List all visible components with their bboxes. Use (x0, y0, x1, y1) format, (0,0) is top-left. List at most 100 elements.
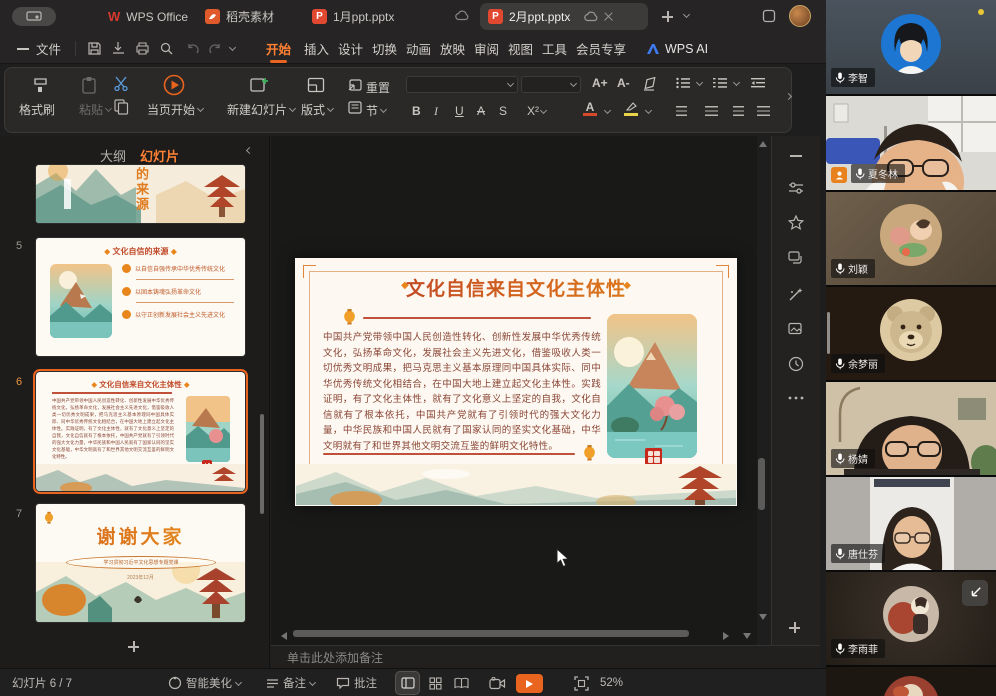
scroll-right-arrow[interactable] (723, 632, 729, 640)
tab-ppt-2-active[interactable]: P 2月ppt.pptx (480, 3, 648, 30)
superscript-button[interactable]: X² (527, 104, 546, 118)
editor-horizontal-scrollbar[interactable] (293, 630, 689, 637)
layout-icon[interactable] (307, 77, 325, 93)
participant-tile[interactable]: 李智 (826, 0, 996, 94)
undo-icon[interactable] (186, 42, 200, 55)
notes-placeholder[interactable]: 单击此处添加备注 (287, 649, 383, 666)
paste-button[interactable]: 粘贴 (79, 101, 111, 118)
participant-tile[interactable]: 唐仕芬 (826, 477, 996, 570)
slide-thumbnail-6-selected[interactable]: ◆ 文化自信来自文化主体性 ◆ 中国共产党带领中国人民创造性转化、创新性发展中华… (36, 372, 245, 491)
italic-button[interactable]: I (434, 104, 438, 119)
new-slide-icon[interactable] (249, 75, 270, 95)
play-from-current-icon[interactable] (163, 74, 185, 96)
window-restore-icon[interactable] (762, 9, 776, 23)
history-clock-icon[interactable] (786, 354, 806, 374)
image-tools-icon[interactable] (786, 319, 806, 339)
menu-membership[interactable]: 会员专享 (576, 33, 626, 64)
next-slide-arrow[interactable] (743, 633, 751, 639)
slide-image[interactable] (607, 314, 697, 458)
sidebar-scrollbar[interactable] (827, 312, 830, 354)
new-slide-button[interactable]: 新建幻灯片 (227, 101, 295, 118)
menu-review[interactable]: 审阅 (474, 33, 499, 64)
paste-icon[interactable] (80, 76, 98, 95)
layout-button[interactable]: 版式 (301, 101, 333, 118)
text-shadow-button[interactable]: S (499, 104, 507, 118)
copy-icon[interactable] (113, 98, 129, 115)
font-family-select[interactable] (406, 76, 518, 93)
record-camera-button[interactable] (489, 669, 506, 696)
print-icon[interactable] (135, 41, 150, 56)
screen-share-pill[interactable] (12, 7, 56, 26)
slide-title[interactable]: 文化自信来自文化主体性 (295, 274, 737, 301)
settings-sliders-icon[interactable] (786, 178, 806, 198)
slideshow-play-button[interactable] (516, 674, 543, 693)
slide-canvas[interactable]: ◆ 文化自信来自文化主体性 ◆ 中国共产党带领中国人民创造性转化、创新性发展中华… (295, 258, 737, 506)
thumbnail-scrollbar[interactable] (260, 414, 264, 514)
slide-sorter-view-button[interactable] (424, 672, 447, 694)
font-color-button[interactable]: A (583, 102, 597, 116)
align-left-icon[interactable] (676, 106, 687, 116)
duplicate-slide-icon[interactable] (786, 248, 806, 268)
bold-button[interactable]: B (412, 104, 421, 118)
tab-list-chevron-icon[interactable] (683, 11, 690, 18)
section-icon[interactable] (347, 100, 363, 115)
scroll-down-arrow[interactable] (759, 614, 767, 620)
tab-wps-office[interactable]: W WPS Office (108, 0, 188, 33)
collapse-toolbar-button[interactable] (786, 146, 806, 166)
notes-toggle-button[interactable]: 备注 (266, 669, 315, 696)
cut-icon[interactable] (113, 76, 129, 91)
align-right-icon[interactable] (733, 106, 744, 116)
menu-insert[interactable]: 插入 (304, 33, 329, 64)
menu-animation[interactable]: 动画 (406, 33, 431, 64)
font-size-select[interactable] (521, 76, 581, 93)
undo-history-chevron-icon[interactable] (229, 44, 236, 51)
collapse-panel-icon[interactable] (246, 147, 253, 154)
slide-thumbnail-5[interactable]: ◆ 文化自信的来源 ◆ 以自信自强传承中华优秀 (36, 238, 245, 356)
scroll-up-arrow[interactable] (759, 141, 767, 147)
slide-body-text[interactable]: 中国共产党带领中国人民创造性转化、创新性发展中华优秀传统文化，弘扬革命文化，发展… (323, 330, 601, 454)
menu-design[interactable]: 设计 (338, 33, 363, 64)
reset-icon[interactable] (347, 77, 363, 92)
normal-view-button[interactable] (396, 672, 419, 694)
reset-button[interactable]: 重置 (366, 79, 390, 96)
slide-thumbnail-4[interactable]: 的来源 (36, 165, 245, 223)
scroll-left-arrow[interactable] (281, 632, 287, 640)
align-justify-icon[interactable] (757, 106, 770, 116)
user-avatar[interactable] (789, 5, 811, 27)
clear-format-icon[interactable] (642, 77, 659, 91)
redo-icon[interactable] (208, 42, 222, 55)
highlight-color-icon[interactable] (624, 102, 641, 113)
menu-slideshow[interactable]: 放映 (440, 33, 465, 64)
menu-tools[interactable]: 工具 (542, 33, 567, 64)
numbered-list-icon[interactable] (713, 77, 728, 89)
comments-button[interactable]: 批注 (336, 669, 377, 696)
strikethrough-button[interactable]: A (477, 104, 485, 118)
decrease-indent-icon[interactable] (751, 77, 766, 89)
format-painter-icon[interactable] (32, 76, 51, 95)
more-options-icon[interactable] (786, 388, 806, 408)
export-pdf-icon[interactable] (111, 41, 126, 56)
find-icon[interactable] (159, 41, 174, 56)
participant-tile[interactable]: 杨婧 (826, 382, 996, 475)
magic-wand-icon[interactable] (786, 284, 806, 304)
fit-to-window-button[interactable] (574, 669, 589, 696)
reading-view-button[interactable] (450, 672, 473, 694)
tab-outline[interactable]: 大纲 (100, 146, 126, 165)
slide-editor-canvas[interactable]: ◆ 文化自信来自文化主体性 ◆ 中国共产党带领中国人民创造性转化、创新性发展中华… (271, 136, 757, 645)
notes-bar[interactable]: 单击此处添加备注 (271, 645, 820, 668)
tab-docer[interactable]: 稻壳素材 (205, 0, 274, 33)
increase-font-button[interactable]: A+ (592, 76, 608, 90)
menu-transition[interactable]: 切换 (372, 33, 397, 64)
underline-button[interactable]: U (455, 104, 464, 118)
editor-vertical-scrollbar[interactable] (758, 458, 765, 510)
favorites-star-icon[interactable] (786, 212, 806, 232)
participant-tile[interactable]: 李雨菲 (826, 572, 996, 665)
participant-tile[interactable]: 刘颖 (826, 192, 996, 285)
tab-slides[interactable]: 幻灯片 (140, 146, 179, 165)
slide-thumbnail-7[interactable]: 谢谢大家 学习贯彻习近平文化思想专题党课 2023年12月 (36, 504, 245, 622)
section-button[interactable]: 节 (366, 102, 386, 119)
play-from-current-button[interactable]: 当页开始 (147, 101, 203, 118)
popout-window-button[interactable] (962, 580, 988, 606)
menu-home[interactable]: 开始 (266, 33, 291, 64)
menu-wps-ai[interactable]: WPS AI (646, 33, 708, 64)
